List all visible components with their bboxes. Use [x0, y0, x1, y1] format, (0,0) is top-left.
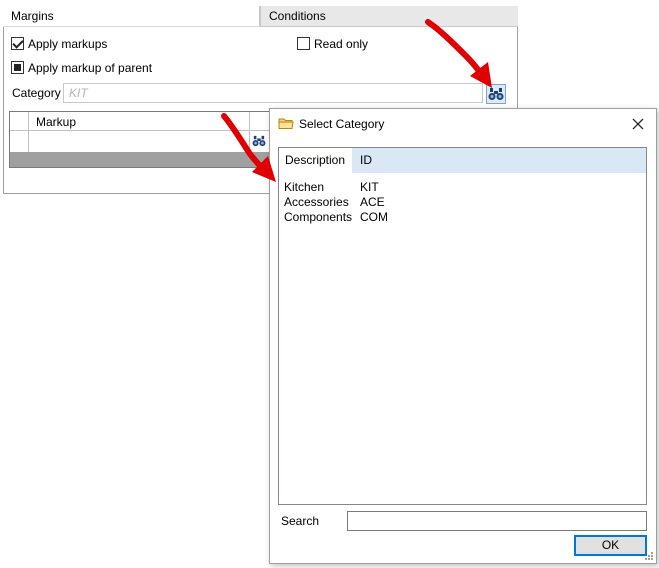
read-only-label: Read only [314, 37, 369, 51]
dialog-title: Select Category [299, 117, 385, 131]
category-label: Category [12, 86, 61, 100]
close-icon [629, 115, 647, 133]
column-header-description[interactable]: Description [279, 148, 352, 173]
grid-corner-cell [10, 112, 29, 131]
apply-markup-of-parent-label: Apply markup of parent [28, 61, 153, 75]
search-label: Search [281, 514, 320, 528]
apply-markup-of-parent-checkbox[interactable] [11, 61, 24, 74]
apply-markups-checkbox[interactable] [11, 37, 24, 50]
read-only-checkbox[interactable] [297, 37, 310, 50]
red-arrow-icon [425, 19, 492, 88]
apply-markups-label: Apply markups [28, 37, 108, 51]
search-input[interactable] [347, 511, 647, 531]
list-item-description[interactable]: Kitchen [284, 180, 324, 195]
grid-row-header[interactable] [10, 131, 29, 152]
list-item-description[interactable]: Accessories [284, 195, 349, 210]
tab-divider [4, 26, 260, 27]
red-arrow-icon [221, 113, 276, 182]
list-item-id[interactable]: COM [360, 210, 388, 225]
grid-markup-cell[interactable] [30, 132, 249, 152]
ok-button[interactable]: OK [574, 535, 647, 556]
column-header-id[interactable]: ID [352, 148, 646, 173]
tab-margins[interactable]: Margins [3, 6, 260, 27]
resize-grip-icon[interactable] [644, 551, 654, 561]
list-item-id[interactable]: KIT [360, 180, 379, 195]
list-item-description[interactable]: Components [284, 210, 352, 225]
grid-column-markup[interactable]: Markup [36, 115, 76, 129]
close-button[interactable] [629, 115, 647, 133]
list-item-id[interactable]: ACE [360, 195, 385, 210]
